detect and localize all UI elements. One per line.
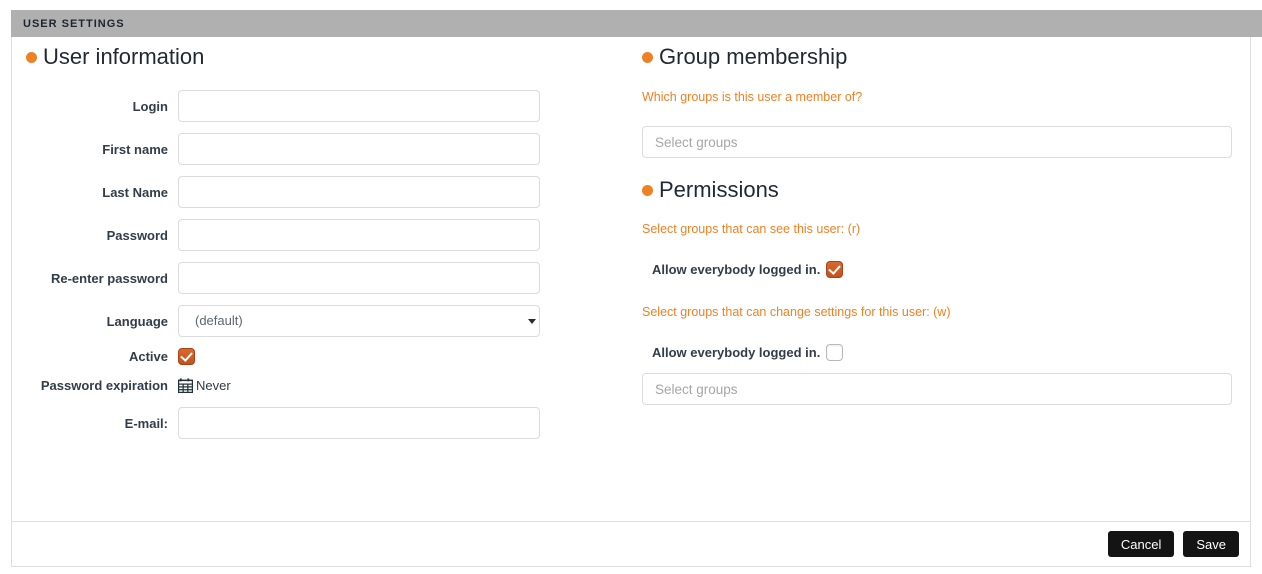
cancel-button[interactable]: Cancel [1107,531,1175,557]
field-row-last-name: Last Name [12,176,642,208]
permissions-write-allow-label: Allow everybody logged in. [652,345,821,360]
field-row-reenter-password: Re-enter password [12,262,642,294]
password-expiration-value: Never [196,378,231,393]
permissions-write-allow-row: Allow everybody logged in. [642,344,1250,361]
password-expiration-label: Password expiration [40,378,168,393]
active-checkbox[interactable] [178,348,195,365]
field-row-email: E-mail: [12,407,642,439]
field-row-language: Language (default) [12,305,642,337]
field-row-login: Login [12,90,642,122]
group-membership-select-input[interactable] [642,126,1232,158]
permissions-read-allow-row: Allow everybody logged in. [642,261,1250,278]
first-name-label: First name [102,141,168,157]
password-input[interactable] [178,219,540,251]
login-label: Login [132,98,168,114]
settings-panel: User information Login First name Last N… [11,37,1251,521]
permissions-heading-text: Permissions [659,177,779,202]
language-select[interactable]: (default) [178,305,540,337]
field-row-password: Password [12,219,642,251]
email-input[interactable] [178,407,540,439]
group-membership-hint: Which groups is this user a member of? [642,90,863,104]
language-label: Language [106,313,168,329]
user-information-section: User information Login First name Last N… [12,37,642,521]
save-button[interactable]: Save [1183,531,1239,557]
field-row-password-expiration: Password expiration Never [12,378,642,393]
window-title: USER SETTINGS [23,17,125,30]
field-row-active: Active [12,348,642,365]
last-name-input[interactable] [178,176,540,208]
permissions-select-input[interactable] [642,373,1232,405]
permissions-read-hint: Select groups that can see this user: (r… [642,222,861,236]
password-label: Password [106,227,168,243]
permissions-write-allow-checkbox[interactable] [826,344,844,361]
email-label: E-mail: [124,415,168,431]
active-label: Active [128,349,168,364]
right-column: Group membership Which groups is this us… [642,37,1250,521]
permissions-heading: Permissions [642,179,1250,201]
user-settings-dialog: USER SETTINGS User information Login Fir… [0,0,1262,574]
field-row-first-name: First name [12,133,642,165]
password-expiration-value-group[interactable]: Never [178,378,231,393]
login-input[interactable] [178,90,540,122]
reenter-password-input[interactable] [178,262,540,294]
language-select-value: (default) [178,305,540,337]
permissions-write-hint: Select groups that can change settings f… [642,305,951,319]
bullet-icon [642,51,653,63]
group-membership-heading: Group membership [12,46,1250,68]
first-name-input[interactable] [178,133,540,165]
reenter-password-label: Re-enter password [50,270,168,286]
titlebar: USER SETTINGS [11,10,1262,37]
permissions-read-allow-checkbox[interactable] [826,261,844,278]
calendar-icon [178,378,193,393]
permissions-read-allow-label: Allow everybody logged in. [652,262,821,277]
bullet-icon [642,184,653,196]
dialog-footer: Cancel Save [11,521,1251,567]
last-name-label: Last Name [102,184,168,200]
group-membership-heading-text: Group membership [659,44,848,69]
